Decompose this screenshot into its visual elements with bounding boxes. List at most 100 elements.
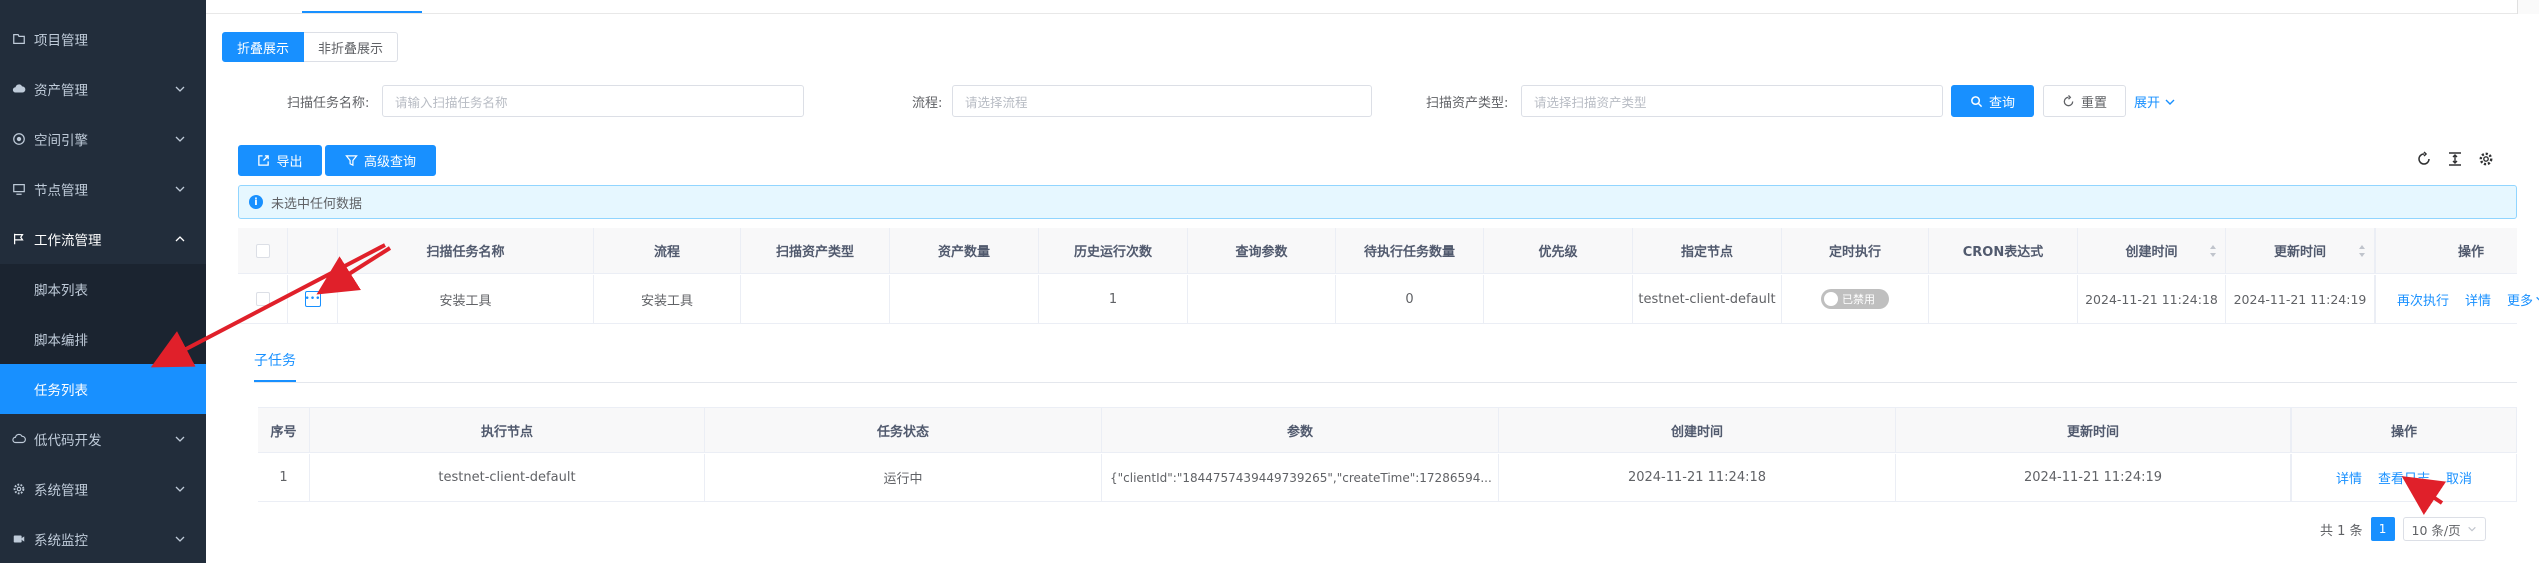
sidebar-item-system[interactable]: 系统管理: [0, 464, 206, 514]
page-number-button[interactable]: 1: [2370, 517, 2395, 541]
column-header-label: 创建时间: [2125, 245, 2178, 260]
sidebar-subitem-label: 任务列表: [34, 383, 88, 399]
page-size-label: 10 条/页: [2411, 522, 2461, 538]
row-checkbox[interactable]: [255, 292, 270, 306]
column-header: 操作: [2375, 228, 2539, 273]
sidebar: 项目管理 资产管理 空间引擎 节点管理 工作流管理 脚本列表 脚本编排 任务列表…: [0, 0, 206, 563]
tab-scroll-button[interactable]: [2517, 0, 2539, 14]
rerun-link[interactable]: 再次执行: [2397, 290, 2449, 309]
column-header[interactable]: 历史运行次数: [1039, 228, 1188, 273]
column-header[interactable]: 指定节点: [1633, 228, 1782, 273]
schedule-toggle[interactable]: 已禁用: [1821, 289, 1889, 309]
settings-icon[interactable]: [2478, 151, 2494, 167]
sidebar-item-project[interactable]: 项目管理: [0, 14, 206, 64]
chevron-down-icon: [2165, 99, 2175, 105]
export-button[interactable]: 导出: [238, 145, 322, 176]
column-header[interactable]: 定时执行: [1782, 228, 1929, 273]
export-button-label: 导出: [276, 155, 303, 170]
advanced-query-button[interactable]: 高级查询: [325, 145, 436, 176]
view-log-link[interactable]: 查看日志: [2378, 468, 2430, 487]
priority-cell: [1484, 275, 1633, 323]
column-header[interactable]: 优先级: [1484, 228, 1633, 273]
row-select-cell: [238, 275, 288, 323]
table-row: ••• 安装工具 安装工具 1 0 testnet-client-default…: [238, 275, 2539, 324]
tab-subtask[interactable]: 子任务: [254, 350, 296, 370]
chevron-down-icon: [175, 186, 185, 192]
subtask-actions: 详情 查看日志 取消: [2336, 468, 2472, 487]
column-header[interactable]: 查询参数: [1188, 228, 1336, 273]
sidebar-item-label: 项目管理: [34, 33, 88, 49]
sidebar-item-label: 低代码开发: [34, 433, 102, 449]
asset-type-select[interactable]: 请选择扫描资产类型: [1521, 85, 1943, 117]
sidebar-item-monitor[interactable]: 系统监控: [0, 514, 206, 563]
column-header[interactable]: CRON表达式: [1929, 228, 2078, 273]
sort-icon[interactable]: [2209, 244, 2217, 258]
search-button-label: 查询: [1988, 95, 2015, 111]
filter-icon: [345, 155, 358, 167]
refresh-icon[interactable]: [2416, 151, 2432, 167]
sidebar-item-label: 系统监控: [34, 533, 88, 549]
expand-header-cell: [288, 228, 338, 273]
video-icon: [12, 532, 26, 546]
sidebar-item-workflow[interactable]: 工作流管理: [0, 214, 206, 264]
subtask-tab-divider: [254, 382, 2517, 383]
chevron-up-icon: [175, 236, 185, 242]
column-header[interactable]: 流程: [594, 228, 741, 273]
sidebar-item-label: 工作流管理: [34, 233, 102, 249]
folded-view-button[interactable]: 折叠展示: [222, 32, 305, 62]
flow-cell: 安装工具: [594, 275, 741, 323]
column-header: 任务状态: [705, 408, 1102, 452]
updated-time-header[interactable]: 更新时间: [2226, 228, 2375, 273]
reset-button[interactable]: 重置: [2043, 85, 2126, 117]
column-height-icon[interactable]: [2447, 151, 2463, 167]
sidebar-item-space-engine[interactable]: 空间引擎: [0, 114, 206, 164]
expand-label: 展开: [2134, 96, 2161, 111]
cloud-icon: [12, 82, 26, 96]
subtask-detail-link[interactable]: 详情: [2336, 468, 2362, 487]
column-header[interactable]: 扫描资产类型: [741, 228, 890, 273]
created-time-cell: 2024-11-21 11:24:18: [1499, 454, 1896, 501]
index-cell: 1: [258, 454, 310, 501]
sort-icon[interactable]: [2358, 244, 2366, 258]
gear-icon: [12, 482, 26, 496]
selection-info-alert: i 未选中任何数据: [238, 185, 2517, 219]
monitor-icon: [12, 182, 26, 196]
flow-select[interactable]: 请选择流程: [952, 85, 1372, 117]
page-size-select[interactable]: 10 条/页: [2402, 517, 2486, 541]
created-time-header[interactable]: 创建时间: [2078, 228, 2226, 273]
expand-row-icon[interactable]: •••: [304, 291, 321, 307]
asset-type-cell: [741, 275, 890, 323]
column-header[interactable]: 待执行任务数量: [1336, 228, 1484, 273]
column-header: 序号: [258, 408, 310, 452]
more-dropdown[interactable]: 更多: [2507, 290, 2539, 309]
column-header[interactable]: 资产数量: [890, 228, 1039, 273]
detail-link[interactable]: 详情: [2465, 290, 2491, 309]
expand-filters-link[interactable]: 展开: [2134, 92, 2176, 111]
task-name-input[interactable]: 请输入扫描任务名称: [382, 85, 804, 117]
exec-node-cell: testnet-client-default: [310, 454, 705, 501]
cancel-link[interactable]: 取消: [2446, 468, 2472, 487]
row-actions: 再次执行 详情 更多: [2397, 290, 2539, 309]
sidebar-item-label: 资产管理: [34, 83, 88, 99]
unfolded-view-button[interactable]: 非折叠展示: [304, 32, 399, 62]
sidebar-item-lowcode[interactable]: 低代码开发: [0, 414, 206, 464]
expand-cell: •••: [288, 275, 338, 323]
sidebar-item-label: 空间引擎: [34, 133, 88, 149]
tab-strip: [206, 0, 2539, 14]
sidebar-subitem-script-list[interactable]: 脚本列表: [0, 264, 206, 314]
column-header[interactable]: 扫描任务名称: [338, 228, 594, 273]
chevron-down-icon: [2467, 526, 2476, 532]
sidebar-subitem-script-orchestration[interactable]: 脚本编排: [0, 314, 206, 364]
sidebar-subitem-task-list[interactable]: 任务列表: [0, 364, 206, 414]
column-header-label: 更新时间: [2273, 245, 2326, 260]
schedule-cell: 已禁用: [1782, 275, 1929, 323]
updated-time-cell: 2024-11-21 11:24:19: [2226, 275, 2375, 323]
search-button[interactable]: 查询: [1951, 85, 2034, 117]
select-all-checkbox[interactable]: [255, 243, 270, 258]
toggle-label: 已禁用: [1842, 293, 1875, 306]
sidebar-item-assets[interactable]: 资产管理: [0, 64, 206, 114]
cron-cell: [1929, 275, 2078, 323]
sidebar-item-nodes[interactable]: 节点管理: [0, 164, 206, 214]
column-header: 更新时间: [1896, 408, 2291, 452]
flag-icon: [12, 232, 26, 246]
